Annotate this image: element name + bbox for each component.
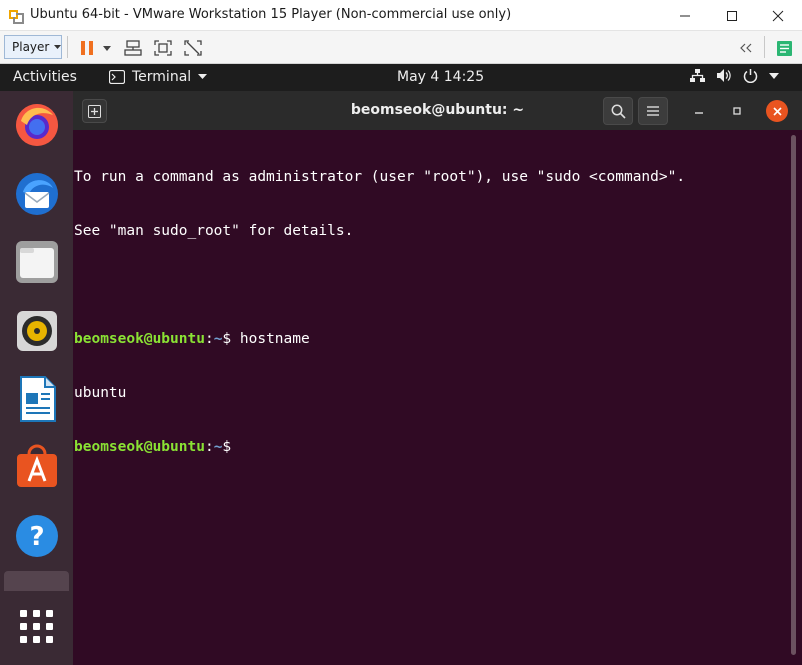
unity-icon (184, 40, 202, 56)
clock[interactable]: May 4 14:25 (397, 69, 484, 85)
dock-item-ubuntu-software[interactable] (12, 442, 62, 492)
power-icon (743, 69, 758, 83)
rhythmbox-icon (17, 311, 57, 351)
system-tray[interactable] (690, 68, 779, 83)
double-chevron-left-icon (740, 43, 752, 53)
prompt-separator: : (204, 331, 214, 347)
window-title: Ubuntu 64-bit - VMware Workstation 15 Pl… (30, 7, 512, 22)
search-button[interactable] (603, 97, 633, 125)
files-icon (16, 241, 58, 283)
restore-icon (733, 107, 741, 115)
ubuntu-dock: ? (0, 91, 73, 665)
minimize-icon (695, 112, 703, 114)
vmware-icon (9, 10, 24, 24)
chevron-down-icon (103, 45, 111, 51)
message-log-button[interactable] (774, 38, 794, 58)
app-menu[interactable]: Terminal (109, 69, 208, 85)
prompt-separator: : (204, 439, 214, 455)
removable-devices-button[interactable] (123, 38, 143, 58)
hamburger-menu-icon (647, 106, 659, 116)
command-text: hostname (239, 331, 310, 347)
prompt-user: beomseok@ubuntu (74, 331, 205, 347)
show-applications-icon[interactable] (20, 610, 53, 643)
software-icon (17, 444, 57, 487)
dock-item-rhythmbox[interactable] (12, 306, 62, 356)
libreoffice-writer-icon (20, 376, 56, 422)
chevron-down-icon (198, 74, 208, 79)
fit-screen-icon (154, 40, 172, 56)
terminal-maximize-button[interactable] (722, 97, 752, 125)
svg-text:?: ? (29, 522, 44, 552)
dock-item-libreoffice-writer[interactable] (12, 374, 62, 424)
message-log-icon (776, 40, 792, 56)
pause-icon (81, 41, 93, 55)
vmware-toolbar: Player (0, 31, 802, 64)
command-output: ubuntu (74, 385, 127, 401)
activities-button[interactable]: Activities (13, 69, 77, 85)
chevron-down-icon (769, 72, 779, 79)
minimize-icon (680, 15, 690, 16)
toolbar-divider (764, 36, 765, 58)
dock-item-thunderbird[interactable] (12, 169, 62, 219)
player-menu-label: Player (12, 40, 50, 54)
dock-item-firefox[interactable] (12, 100, 62, 150)
network-wired-icon (690, 69, 705, 82)
collapse-toolbar-button[interactable] (736, 38, 756, 58)
terminal-minimize-button[interactable] (684, 97, 714, 125)
sudo-hint-line: See "man sudo_root" for details. (74, 223, 354, 239)
fit-guest-button[interactable] (153, 38, 173, 58)
sudo-hint-line: To run a command as administrator (user … (74, 169, 686, 185)
unity-button[interactable] (183, 38, 203, 58)
dock-item-help[interactable]: ? (12, 511, 62, 561)
toolbar-divider (67, 36, 68, 58)
close-window-button[interactable] (755, 0, 801, 31)
window-titlebar[interactable]: Ubuntu 64-bit - VMware Workstation 15 Pl… (0, 0, 802, 31)
terminal-close-button[interactable] (766, 100, 788, 122)
dock-item-running-app[interactable] (4, 571, 69, 591)
search-icon (611, 104, 626, 119)
prompt-dollar: $ (222, 331, 240, 347)
terminal-window[interactable]: beomseok@ubuntu: ~ To run a command as a… (73, 91, 802, 665)
hamburger-menu-button[interactable] (638, 97, 668, 125)
player-menu-button[interactable]: Player (4, 35, 62, 59)
close-icon (772, 106, 782, 116)
minimize-button[interactable] (662, 0, 708, 31)
chevron-down-icon (54, 44, 61, 49)
thunderbird-icon (16, 173, 58, 215)
app-menu-label: Terminal (132, 69, 192, 85)
firefox-icon (16, 104, 58, 146)
maximize-icon (727, 10, 737, 21)
close-icon (772, 10, 784, 21)
power-options-dropdown[interactable] (101, 38, 113, 58)
gnome-top-bar: Activities Terminal May 4 14:25 (0, 64, 802, 91)
volume-icon (717, 69, 731, 82)
prompt-dollar: $ (222, 439, 240, 455)
command-line: beomseok@ubuntu:~$ hostname (74, 330, 786, 348)
terminal-scrollbar[interactable] (791, 135, 796, 655)
terminal-app-icon (109, 70, 125, 84)
terminal-output[interactable]: To run a command as administrator (user … (74, 132, 786, 662)
maximize-button[interactable] (709, 0, 755, 31)
dock-item-files[interactable] (12, 237, 62, 287)
terminal-headerbar[interactable]: beomseok@ubuntu: ~ (73, 91, 802, 130)
current-prompt-line[interactable]: beomseok@ubuntu:~$ (74, 438, 786, 456)
network-devices-icon (124, 40, 142, 56)
pause-button[interactable] (79, 38, 95, 58)
help-icon: ? (16, 515, 58, 557)
prompt-user: beomseok@ubuntu (74, 439, 205, 455)
